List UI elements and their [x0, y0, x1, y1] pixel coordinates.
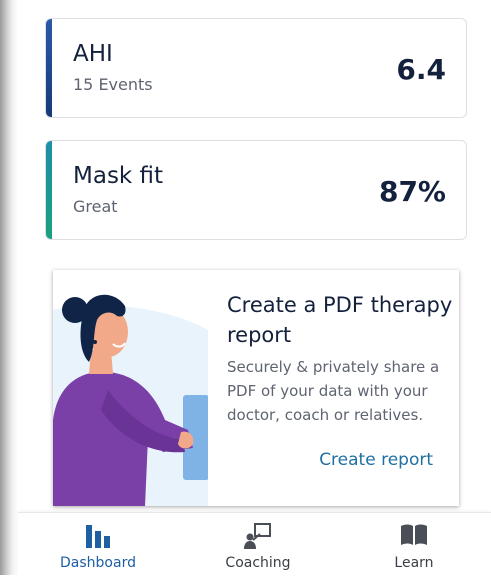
create-report-link[interactable]: Create report — [319, 450, 433, 470]
nav-learn[interactable]: Learn — [344, 513, 484, 576]
promo-title: Create a PDF therapy report — [227, 293, 453, 347]
left-edge-shadow — [0, 0, 18, 575]
coaching-icon — [244, 523, 272, 553]
woman-with-document-illustration — [53, 294, 209, 506]
bar-chart-icon — [85, 523, 111, 553]
ahi-events: 15 Events — [73, 75, 153, 94]
mask-fit-status: Great — [73, 197, 118, 216]
nav-learn-label: Learn — [394, 555, 434, 571]
nav-dashboard[interactable]: Dashboard — [28, 513, 168, 576]
book-icon — [400, 523, 428, 551]
nav-coaching[interactable]: Coaching — [188, 513, 328, 576]
ahi-card[interactable]: AHI 15 Events 6.4 — [45, 18, 467, 118]
mask-fit-accent-bar — [46, 141, 52, 239]
woman-illustration — [53, 270, 209, 506]
mask-fit-card[interactable]: Mask fit Great 87% — [45, 140, 467, 240]
ahi-value: 6.4 — [396, 53, 446, 86]
bottom-navigation: Dashboard Coaching Learn — [18, 512, 491, 575]
ahi-accent-bar — [46, 19, 52, 117]
nav-dashboard-label: Dashboard — [60, 555, 136, 571]
pdf-report-card[interactable]: Create a PDF therapy report Securely & p… — [53, 270, 459, 506]
nav-coaching-label: Coaching — [225, 555, 291, 571]
ahi-title: AHI — [73, 41, 113, 67]
app-screen: AHI 15 Events 6.4 Mask fit Great 87% Cre… — [0, 0, 491, 575]
promo-description: Securely & privately share a PDF of your… — [227, 358, 440, 424]
mask-fit-value: 87% — [378, 175, 446, 208]
mask-fit-title: Mask fit — [73, 163, 164, 189]
